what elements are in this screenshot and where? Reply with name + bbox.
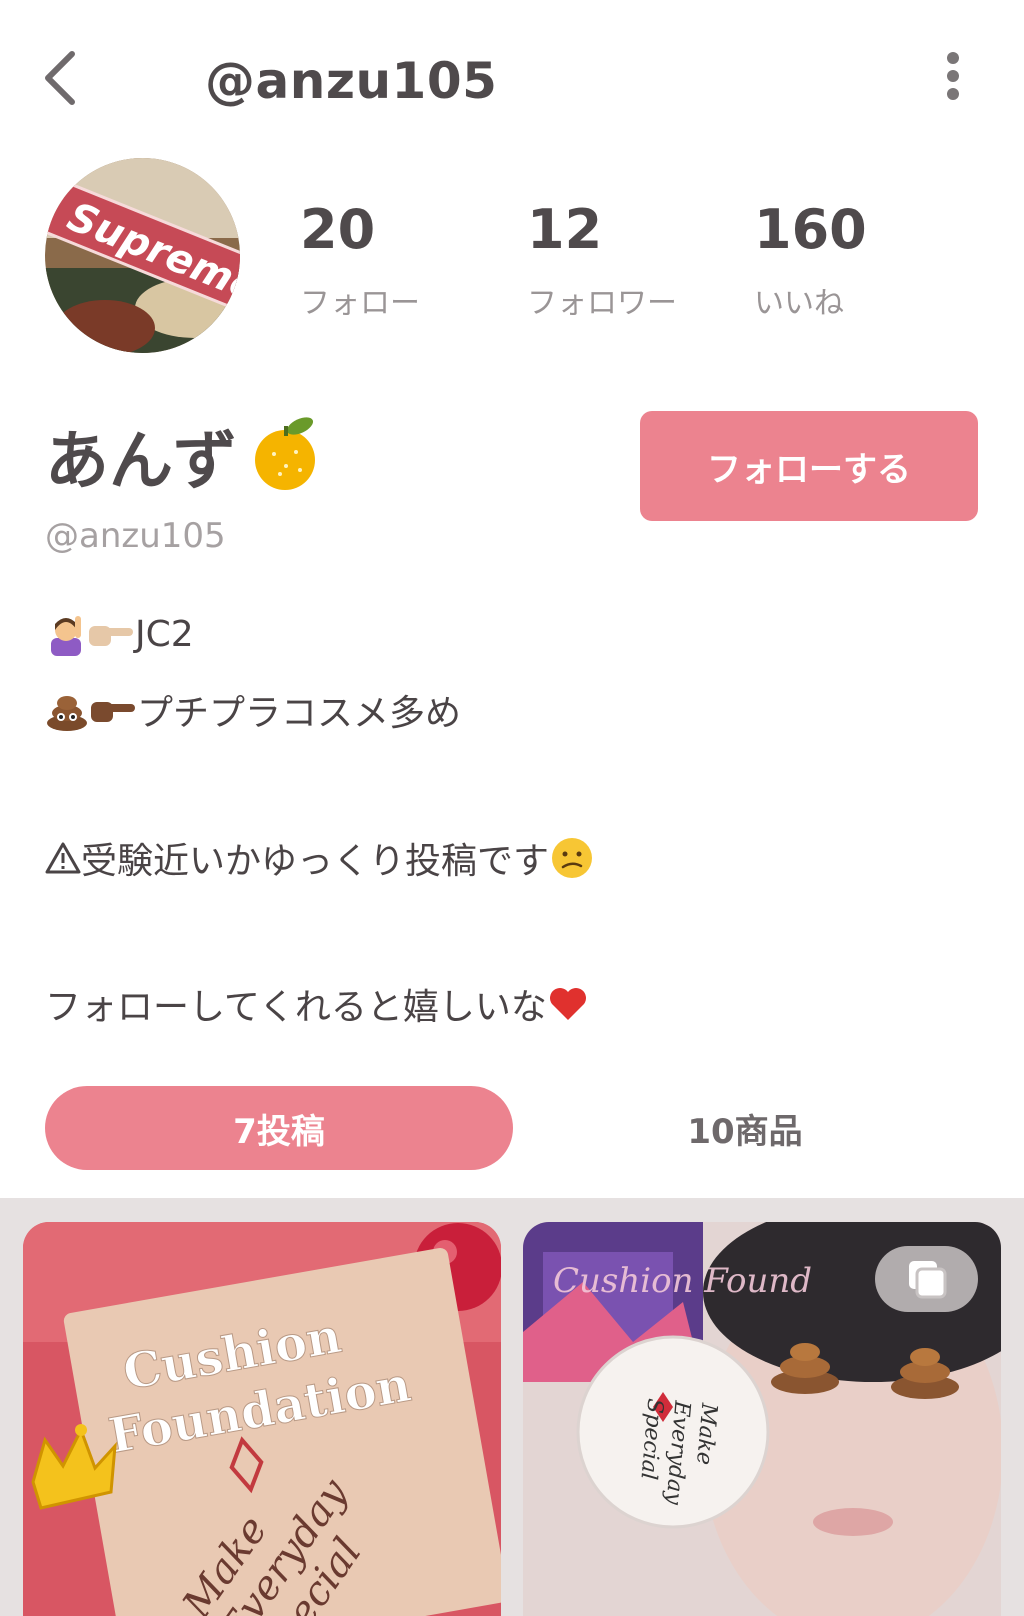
poop-emoji-icon (47, 696, 87, 731)
bio-line-4-text: フォローしてくれると嬉しいな (45, 987, 547, 1028)
follow-button[interactable]: フォローする (640, 411, 978, 521)
bio-line-2-text: プチプラコスメ多め (137, 693, 462, 734)
confused-face-emoji-icon (552, 838, 593, 878)
red-heart-emoji-icon (549, 988, 586, 1020)
bio-line-3: 受験近いかゆっくり投稿です (45, 832, 595, 884)
more-options-button[interactable] (943, 52, 963, 112)
back-button[interactable] (40, 48, 90, 108)
page-title: @anzu105 (205, 52, 498, 110)
following-label[interactable]: フォロー (300, 278, 420, 322)
likes-label: いいね (754, 286, 844, 321)
tab-posts[interactable]: 7投稿 (45, 1086, 513, 1170)
raising-hand-emoji-icon (51, 616, 81, 656)
tab-products[interactable]: 10商品 (600, 1086, 890, 1170)
user-handle: @anzu105 (45, 516, 226, 556)
avatar[interactable]: Supreme (45, 158, 240, 353)
following-count[interactable]: 20 (300, 198, 375, 261)
warning-icon (45, 842, 81, 874)
bio-line-1: JC2 (45, 612, 194, 656)
display-name: あんず (45, 425, 237, 499)
more-vertical-icon (943, 52, 963, 100)
bio-line-3-text: 受験近いかゆっくり投稿です (81, 841, 550, 882)
multiple-images-badge (875, 1246, 978, 1312)
bio-line-1-text: JC2 (135, 613, 194, 655)
post-thumbnail[interactable]: Cushion Foundation Make Everyday Special (23, 1222, 501, 1616)
multiple-images-icon (908, 1261, 946, 1299)
followers-count[interactable]: 12 (527, 198, 602, 261)
bio-line-2: プチプラコスメ多め (45, 684, 461, 736)
likes-count: 160 (754, 198, 867, 261)
pointing-right-emoji-icon (91, 702, 135, 722)
post-2-title: Cushion Found (553, 1261, 812, 1301)
followers-label[interactable]: フォロワー (527, 278, 677, 322)
tangerine-emoji-icon (244, 414, 326, 492)
pointing-right-emoji-icon (89, 626, 133, 646)
bio-line-4: フォローしてくれると嬉しいな (45, 978, 589, 1030)
back-chevron-icon (45, 51, 75, 105)
